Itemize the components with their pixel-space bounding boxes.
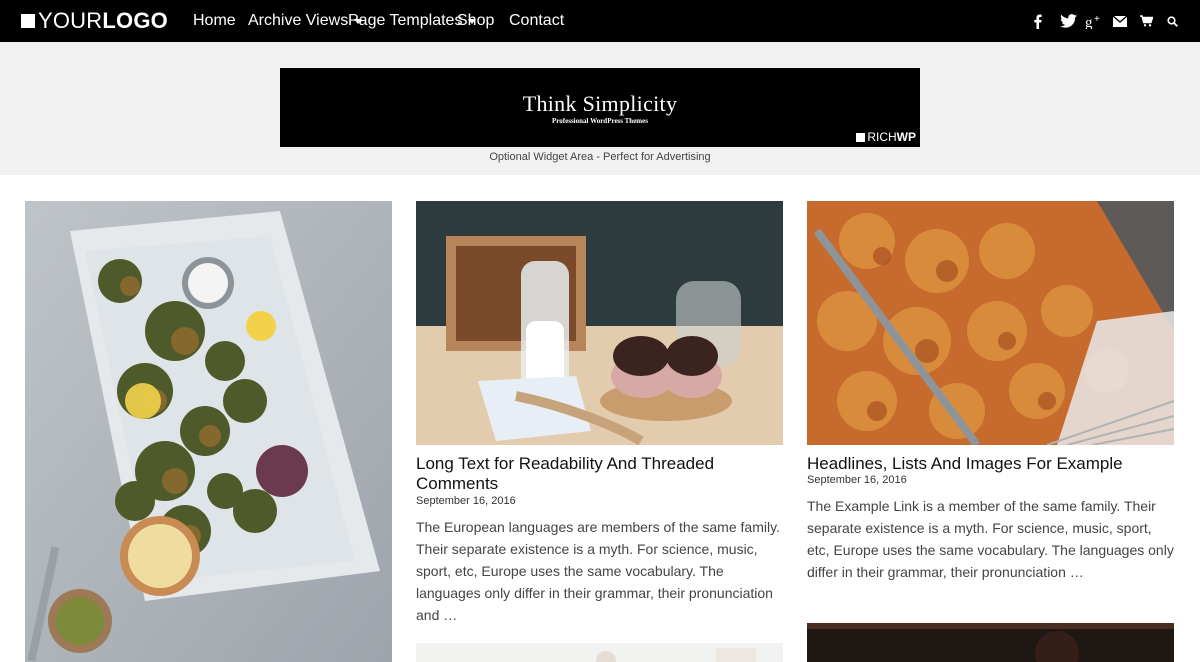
post-image-next-row[interactable] (807, 623, 1174, 662)
post-date: September 16, 2016 (416, 495, 516, 507)
post-image-next-row[interactable] (416, 643, 783, 662)
widget-area: Think Simplicity Professional WordPress … (0, 42, 1200, 175)
cart-icon[interactable] (1139, 11, 1153, 31)
nav-contact[interactable]: Contact (509, 0, 564, 42)
top-navigation-bar: YOURLOGO Home Archive Views Page Templat… (0, 0, 1200, 42)
search-icon[interactable] (1165, 11, 1179, 31)
post-excerpt: The Example Link is a member of the same… (807, 498, 1174, 580)
svg-text:g: g (1085, 15, 1093, 29)
logo-square-icon (21, 14, 35, 28)
post-title-long-text[interactable]: Long Text for Readability And Threaded C… (416, 454, 776, 494)
advertising-banner[interactable]: Think Simplicity Professional WordPress … (280, 68, 920, 147)
twitter-icon[interactable] (1058, 11, 1078, 31)
logo-bold-text: LOGO (102, 8, 168, 33)
nav-shop[interactable]: Shop (457, 0, 494, 42)
facebook-icon[interactable] (1030, 11, 1044, 31)
post-excerpt: The European languages are members of th… (416, 519, 780, 623)
banner-brand-logo: RICH WP (856, 130, 916, 144)
brand-square-icon (856, 132, 866, 142)
post-date: September 16, 2016 (807, 474, 907, 486)
svg-text:+: + (1094, 14, 1100, 25)
banner-subtitle: Professional WordPress Themes (552, 117, 648, 125)
mail-icon[interactable] (1112, 11, 1128, 31)
widget-caption: Optional Widget Area - Perfect for Adver… (489, 151, 711, 163)
post-image-cupcakes[interactable] (416, 201, 783, 445)
site-logo[interactable]: YOURLOGO (21, 9, 168, 33)
post-title-headlines[interactable]: Headlines, Lists And Images For Example (807, 454, 1174, 474)
post-image-fried-chicken[interactable] (807, 201, 1174, 445)
post-image-fried-greens[interactable] (25, 201, 392, 662)
nav-archive-views[interactable]: Archive Views (248, 0, 363, 42)
nav-home[interactable]: Home (193, 0, 236, 42)
logo-light-text: YOUR (38, 8, 103, 33)
google-plus-icon[interactable]: g + (1085, 11, 1103, 31)
banner-title: Think Simplicity (522, 91, 678, 116)
